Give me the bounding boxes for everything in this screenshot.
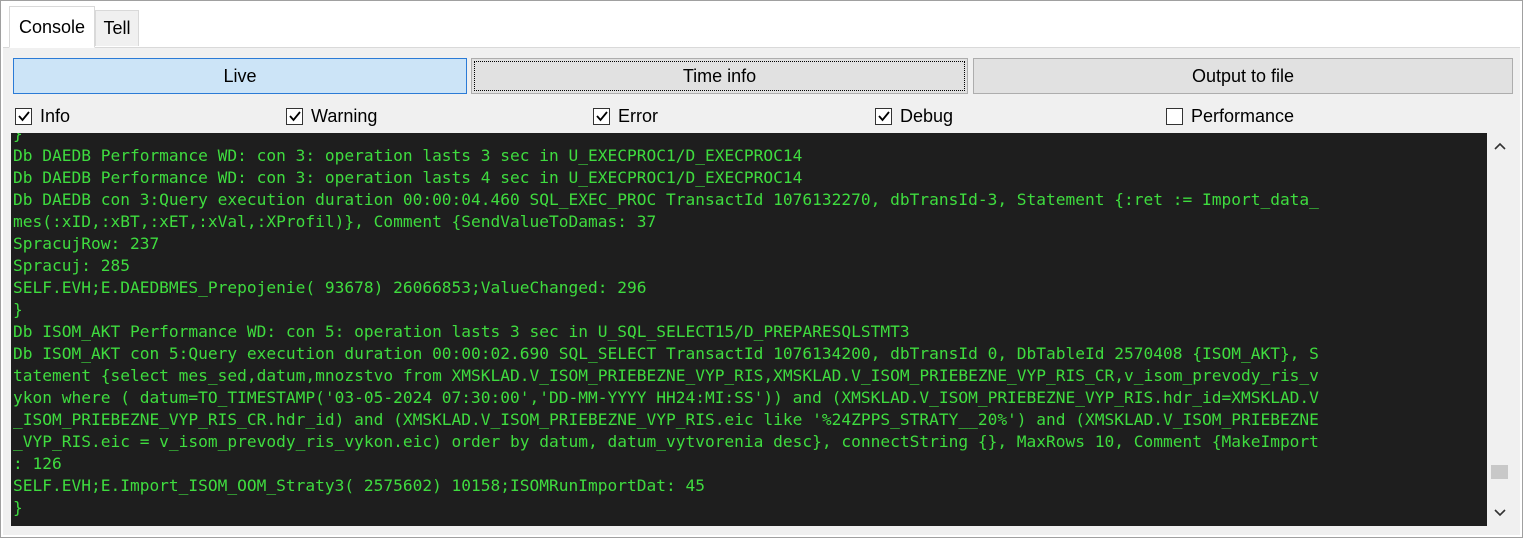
- filter-debug-checkbox[interactable]: Debug: [875, 104, 953, 128]
- console-log-text: } Db DAEDB Performance WD: con 3: operat…: [13, 133, 1319, 517]
- filter-debug-label: Debug: [900, 105, 954, 126]
- checkmark-icon: [595, 111, 608, 122]
- console-window: Console Tell Live Time info Output to fi…: [0, 0, 1523, 538]
- console-output[interactable]: } Db DAEDB Performance WD: con 3: operat…: [11, 133, 1487, 526]
- checkbox-box[interactable]: [875, 107, 892, 125]
- checkmark-icon: [17, 111, 30, 122]
- scroll-up-icon[interactable]: [1487, 135, 1512, 157]
- checkbox-box[interactable]: [15, 107, 32, 125]
- tab-console[interactable]: Console: [9, 6, 95, 48]
- filter-performance-label: Performance: [1191, 105, 1295, 126]
- filter-error-label: Error: [618, 105, 658, 126]
- time-info-button[interactable]: Time info: [471, 58, 968, 94]
- console-panel: Live Time info Output to file Info Warni…: [3, 48, 1520, 535]
- filter-info-label: Info: [40, 105, 71, 126]
- live-button[interactable]: Live: [13, 58, 467, 94]
- filter-info-checkbox[interactable]: Info: [15, 104, 70, 128]
- filter-warning-checkbox[interactable]: Warning: [286, 104, 377, 128]
- checkbox-box[interactable]: [1166, 107, 1183, 125]
- filter-performance-checkbox[interactable]: Performance: [1166, 104, 1294, 128]
- scroll-down-icon[interactable]: [1487, 502, 1512, 524]
- vertical-scrollbar[interactable]: [1487, 133, 1512, 526]
- checkmark-icon: [877, 111, 890, 122]
- checkmark-icon: [288, 111, 301, 122]
- tab-tell[interactable]: Tell: [95, 10, 139, 46]
- output-to-file-button[interactable]: Output to file: [973, 58, 1513, 94]
- filter-warning-label: Warning: [311, 105, 378, 126]
- checkbox-box[interactable]: [286, 107, 303, 125]
- scrollbar-thumb[interactable]: [1491, 464, 1508, 479]
- tab-strip: Console Tell: [3, 3, 1520, 48]
- filter-error-checkbox[interactable]: Error: [593, 104, 658, 128]
- checkbox-box[interactable]: [593, 107, 610, 125]
